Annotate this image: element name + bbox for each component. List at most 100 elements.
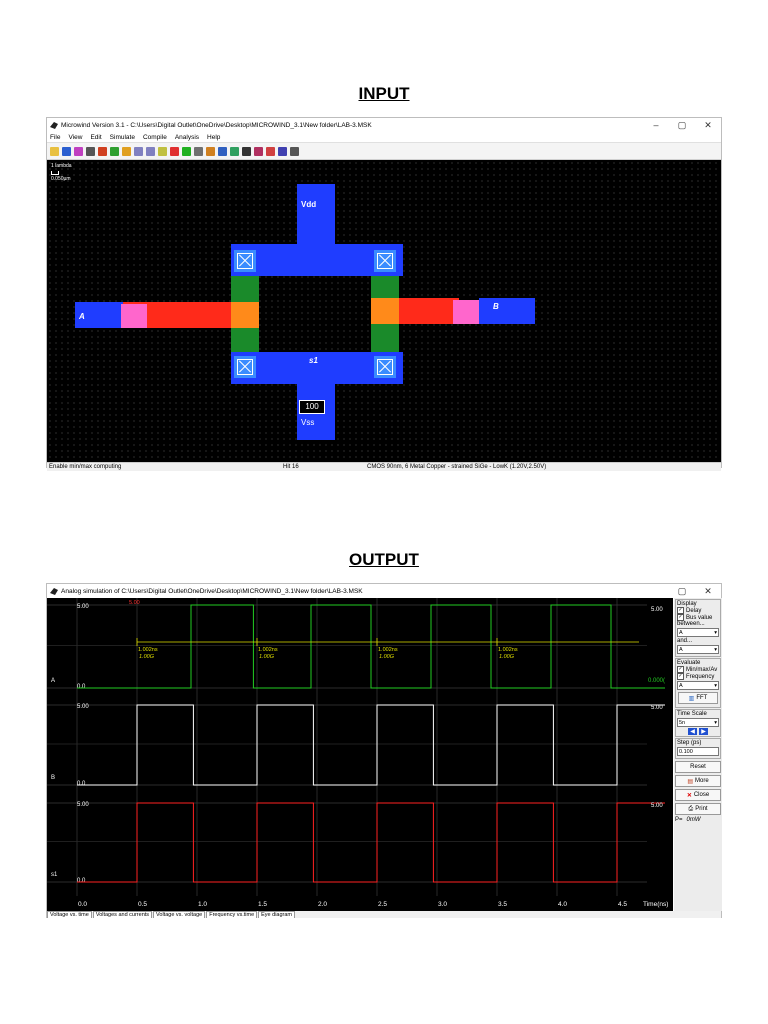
cross-section-icon[interactable] — [218, 146, 227, 156]
microwind-icon — [50, 122, 58, 129]
fft-button[interactable]: ▥ FFT — [678, 692, 718, 704]
menu-compile[interactable]: Compile — [143, 134, 167, 141]
menu-file[interactable]: File — [50, 134, 60, 141]
zoom-out-icon[interactable] — [146, 146, 155, 156]
maximize-icon[interactable]: ▢ — [669, 586, 695, 597]
status-right: CMOS 90nm, 6 Metal Copper - strained SiG… — [367, 464, 547, 470]
maximize-icon[interactable]: ▢ — [669, 120, 695, 131]
delay-freq-label: 1.00G — [379, 654, 395, 660]
editor-title: Microwind Version 3.1 - C:\Users\Digital… — [61, 121, 372, 129]
input-heading: INPUT — [358, 84, 410, 103]
waveform-chart: 0.0 0.5 1.0 1.5 2.0 2.5 3.0 3.5 4.0 4.5 Time(ns) 5.… — [47, 598, 668, 908]
delay-freq-label: 1.00G — [499, 654, 515, 660]
chevron-down-icon: ▾ — [714, 629, 717, 636]
scale-right-icon[interactable]: ▶ — [699, 728, 708, 735]
vmax-label: 5.00 — [77, 604, 89, 610]
tab-voltage-vs-voltage[interactable]: Voltage vs. voltage — [153, 911, 206, 918]
3d-view-icon[interactable] — [230, 146, 239, 156]
delete-icon[interactable] — [98, 146, 107, 156]
more-button[interactable]: ▤ More — [675, 775, 721, 787]
a-label: A — [79, 312, 85, 321]
signal-select-1[interactable]: A ▾ — [677, 628, 719, 637]
move-arrows-icon[interactable] — [290, 146, 299, 156]
close-x-icon: ✕ — [686, 792, 692, 799]
delay-checkbox[interactable]: ✓ — [677, 607, 684, 614]
time-tick-label: 3.5 — [498, 901, 507, 908]
minmax-checkbox[interactable]: ✓ — [677, 666, 684, 673]
stretch-icon[interactable] — [122, 146, 131, 156]
status-mid: Hit 16 — [283, 464, 299, 470]
time-tick-label: 4.0 — [558, 901, 567, 908]
time-tick-label: 1.5 — [258, 901, 267, 908]
draw-line-icon[interactable] — [86, 146, 95, 156]
vmax-label: 5.00 — [77, 704, 89, 710]
chevron-down-icon: ▾ — [714, 682, 717, 689]
signal-select-2[interactable]: A ▾ — [677, 645, 719, 654]
signal-select-1-value: A — [679, 629, 683, 636]
and-label: and... — [677, 638, 693, 644]
delay-ns-label: 1.002ns — [138, 647, 158, 653]
signal-select-3[interactable]: A ▾ — [677, 681, 719, 690]
clock-icon[interactable] — [254, 146, 263, 156]
signal-name-A: A — [51, 678, 55, 684]
simulation-window: Analog simulation of C:\Users\Digital Ou… — [46, 583, 722, 918]
zoom-in-icon[interactable] — [134, 146, 143, 156]
step-input[interactable]: 0.100 — [677, 747, 719, 756]
signal-name-B: B — [51, 775, 55, 781]
tab-voltage-vs-time[interactable]: Voltage vs. time — [47, 911, 92, 918]
vmin-label: 0.0 — [77, 878, 86, 884]
menu-bar: File View Edit Simulate Compile Analysis… — [47, 132, 721, 142]
time-scale-group: Time Scale 5n ▾ ◀ ▶ — [675, 709, 721, 737]
open-file-icon[interactable] — [50, 146, 59, 156]
time-tick-label: 3.0 — [438, 901, 447, 908]
time-axis-label: Time(ns) — [643, 901, 668, 908]
contact-bottom-right — [374, 356, 396, 378]
visible-layers-icon[interactable] — [278, 146, 287, 156]
reset-button[interactable]: Reset — [675, 761, 721, 773]
connect-icon[interactable] — [206, 146, 215, 156]
tab-eye-diagram[interactable]: Eye diagram — [258, 911, 296, 918]
view-all-icon[interactable] — [158, 146, 167, 156]
save-icon[interactable] — [62, 146, 71, 156]
b-poly-contact — [453, 300, 479, 324]
delay-freq-label: 1.00G — [259, 654, 275, 660]
menu-edit[interactable]: Edit — [90, 134, 101, 141]
close-icon[interactable]: ✕ — [695, 586, 721, 597]
layout-canvas[interactable]: 1 lambda 0.050µm Vdd A B s1 Vss 100 — [47, 160, 721, 462]
time-tick-label: 2.0 — [318, 901, 327, 908]
display-group: Display ✓ Delay ✓ Bus value between... A ▾ … — [675, 599, 721, 657]
vmax-label: 5.00 — [77, 802, 89, 808]
menu-help[interactable]: Help — [207, 134, 220, 141]
bus-value-label: Bus value — [686, 614, 713, 621]
tab-voltages-and-currents[interactable]: Voltages and currents — [92, 911, 153, 918]
tab-frequency-vs-time[interactable]: Frequency vs.time — [206, 911, 258, 918]
close-label: Close — [693, 792, 710, 798]
pulse-icon[interactable] — [266, 146, 275, 156]
measure-icon[interactable] — [194, 146, 203, 156]
reset-label: Reset — [690, 764, 706, 770]
waveform-plot[interactable]: 0.0 0.5 1.0 1.5 2.0 2.5 3.0 3.5 4.0 4.5 Time(ns) 5.… — [47, 598, 673, 911]
scale-left-icon[interactable]: ◀ — [688, 728, 697, 735]
menu-simulate[interactable]: Simulate — [110, 134, 135, 141]
frequency-checkbox[interactable]: ✓ — [677, 673, 684, 680]
s1-label: s1 — [309, 356, 318, 365]
run-simulation-icon[interactable] — [182, 146, 191, 156]
menu-analysis[interactable]: Analysis — [175, 134, 199, 141]
close-button[interactable]: ✕ Close — [675, 789, 721, 801]
copy-icon[interactable] — [110, 146, 119, 156]
time-scale-select[interactable]: 5n ▾ — [677, 718, 719, 727]
cut-icon[interactable] — [170, 146, 179, 156]
b-label: B — [493, 302, 499, 311]
menu-view[interactable]: View — [68, 134, 82, 141]
contact-bottom-left — [234, 356, 256, 378]
bus-value-checkbox[interactable]: ✓ — [677, 614, 684, 621]
contact-top-left — [234, 250, 256, 272]
close-icon[interactable]: ✕ — [695, 120, 721, 131]
time-tick-label: 1.0 — [198, 901, 207, 908]
right-value: 0.000( — [648, 678, 665, 684]
draw-box-icon[interactable] — [74, 146, 83, 156]
print-button[interactable]: ⎙ Print — [675, 803, 721, 815]
minimize-icon[interactable]: – — [643, 120, 669, 131]
status-bar: Enable min/max computing Hit 16 CMOS 90n… — [47, 462, 721, 471]
text-icon[interactable] — [242, 146, 251, 156]
